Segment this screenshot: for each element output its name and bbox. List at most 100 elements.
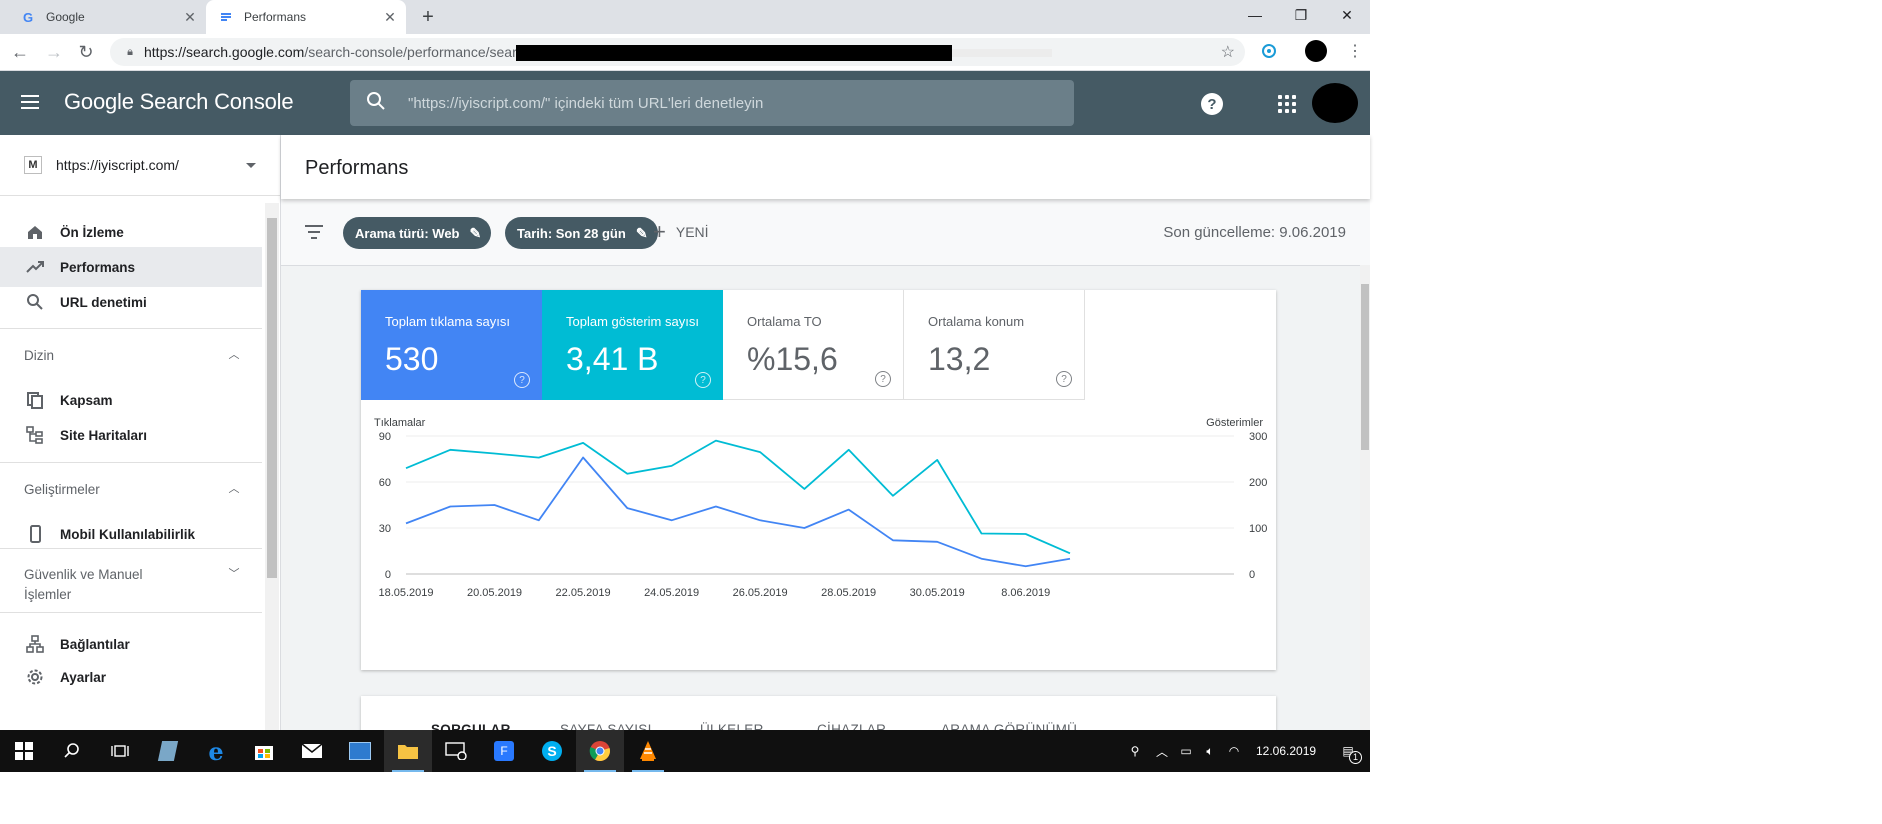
product-logo[interactable]: Google Search Console	[64, 89, 294, 115]
maximize-window-button[interactable]: ❐	[1278, 0, 1324, 30]
skype-icon[interactable]: S	[528, 730, 576, 772]
date-filter-chip[interactable]: Tarih: Son 28 gün ✎	[505, 217, 658, 249]
apps-grid-icon[interactable]	[1278, 95, 1296, 113]
browser-menu-icon[interactable]: ⋮	[1344, 40, 1366, 62]
edge-browser-icon[interactable]: e	[192, 730, 240, 772]
section-title: Dizin	[24, 348, 55, 363]
section-title: Güvenlik ve Manuel İşlemler	[0, 565, 224, 605]
search-type-filter-chip[interactable]: Arama türü: Web ✎	[343, 217, 492, 249]
section-title-line1: Güvenlik ve Manuel	[24, 567, 143, 582]
reload-icon[interactable]: ↻	[70, 34, 102, 70]
task-view-icon[interactable]	[96, 730, 144, 772]
browser-tab-performans[interactable]: Performans ✕	[206, 0, 406, 34]
forward-arrow-icon[interactable]: →	[38, 34, 70, 70]
sidebar-item-url-inspection[interactable]: URL denetimi	[0, 282, 262, 322]
close-window-button[interactable]: ✕	[1324, 0, 1370, 30]
x-tick-label: 24.05.2019	[644, 587, 699, 599]
chip-label: Tarih: Son 28 gün	[517, 225, 626, 241]
close-tab-icon[interactable]: ✕	[182, 9, 198, 26]
main-scrollbar-thumb[interactable]	[1361, 284, 1369, 450]
add-filter-button[interactable]: + YENİ	[653, 219, 709, 244]
active-indicator	[392, 770, 424, 772]
blue-app-icon[interactable]: F	[480, 730, 528, 772]
help-icon[interactable]: ?	[1056, 371, 1072, 387]
chrome-browser-icon[interactable]	[576, 730, 624, 772]
sidebar-item-performance[interactable]: Performans	[0, 247, 262, 287]
notifications-icon[interactable]: ▤ 1	[1336, 744, 1362, 764]
url-inspect-search-input[interactable]: "https://iyiscript.com/" içindeki tüm UR…	[350, 80, 1074, 126]
sidebar-divider	[0, 548, 262, 549]
browser-tab-google[interactable]: G Google ✕	[8, 0, 206, 34]
close-tab-icon[interactable]: ✕	[382, 9, 398, 26]
sidebar-item-overview[interactable]: Ön İzleme	[0, 212, 262, 252]
new-tab-button[interactable]: +	[410, 0, 446, 34]
metric-total-impressions[interactable]: Toplam gösterim sayısı 3,41 B ?	[542, 290, 723, 400]
search-console-favicon-icon	[218, 9, 234, 25]
taskbar-search-icon[interactable]	[48, 730, 96, 772]
phone-icon	[24, 523, 46, 545]
star-bookmark-icon[interactable]: ☆	[1221, 42, 1235, 62]
chevron-up-icon: ︿	[228, 483, 240, 495]
sidebar-item-label: URL denetimi	[60, 294, 147, 310]
section-title-line2: İşlemler	[24, 587, 72, 602]
sidebar-item-coverage[interactable]: Kapsam	[0, 380, 262, 420]
search-placeholder: "https://iyiscript.com/" içindeki tüm UR…	[408, 94, 764, 112]
windows-start-icon[interactable]	[0, 730, 48, 772]
help-icon[interactable]: ?	[695, 372, 711, 388]
series-line-impressions	[405, 439, 1071, 555]
browser-tab-title: Google	[46, 10, 85, 24]
sidebar-section-enhancements[interactable]: Geliştirmeler ︿	[0, 480, 262, 500]
browser-tabstrip: G Google ✕ Performans ✕ + — ❐ ✕	[0, 0, 1370, 34]
app-header: Google Search Console "https://iyiscript…	[0, 71, 1370, 135]
sitemap-icon	[24, 424, 46, 446]
performance-card: Toplam tıklama sayısı 530 ? Toplam göste…	[361, 290, 1276, 670]
remote-desktop-icon[interactable]	[432, 730, 480, 772]
metric-average-ctr[interactable]: Ortalama TO %15,6 ?	[723, 290, 904, 400]
sidebar-item-settings[interactable]: Ayarlar	[0, 657, 262, 697]
chip-label: Arama türü: Web	[355, 225, 460, 241]
metric-total-clicks[interactable]: Toplam tıklama sayısı 530 ?	[361, 290, 542, 400]
left-tick-label: 30	[379, 523, 391, 535]
extension-icon[interactable]	[1258, 40, 1280, 62]
last-updated-text: Son güncelleme: 9.06.2019	[1163, 224, 1346, 241]
vlc-player-icon[interactable]	[624, 730, 672, 772]
right-axis-label: Gösterimler	[1206, 417, 1263, 429]
notepad-app-icon[interactable]	[144, 730, 192, 772]
sidebar-divider	[0, 462, 262, 463]
profile-avatar-icon[interactable]	[1305, 40, 1327, 62]
sidebar-item-label: Mobil Kullanılabilirlik	[60, 526, 196, 542]
sidebar-divider	[0, 612, 262, 613]
mail-app-icon[interactable]	[288, 730, 336, 772]
left-axis-label: Tıklamalar	[374, 417, 426, 429]
help-icon[interactable]: ?	[875, 371, 891, 387]
control-panel-icon[interactable]	[336, 730, 384, 772]
clock-date[interactable]: 12.06.2019	[1256, 744, 1326, 758]
property-favicon-icon: M	[24, 156, 42, 174]
x-tick-label: 28.05.2019	[821, 587, 876, 599]
help-icon[interactable]: ?	[514, 372, 530, 388]
sidebar-item-label: Performans	[60, 259, 136, 275]
store-app-icon[interactable]	[240, 730, 288, 772]
account-avatar[interactable]	[1312, 83, 1358, 123]
minimize-window-button[interactable]: —	[1232, 0, 1278, 30]
links-icon	[24, 633, 46, 655]
plus-icon: +	[653, 219, 666, 244]
metric-average-position[interactable]: Ortalama konum 13,2 ?	[904, 290, 1085, 400]
sidebar-item-sitemaps[interactable]: Site Haritaları	[0, 415, 262, 455]
battery-icon[interactable]: ▭	[1174, 744, 1198, 758]
volume-icon[interactable]: 🔈︎	[1198, 744, 1222, 759]
property-selector[interactable]: M https://iyiscript.com/	[0, 135, 280, 196]
chevron-up-icon[interactable]: ︿	[1150, 743, 1174, 760]
people-icon[interactable]: ⚲	[1120, 744, 1150, 758]
sidebar-section-index[interactable]: Dizin ︿	[0, 346, 262, 366]
wifi-icon[interactable]: ◠	[1222, 744, 1246, 758]
search-icon	[366, 91, 390, 115]
hamburger-menu-icon[interactable]	[18, 91, 42, 115]
notification-count: 1	[1349, 751, 1362, 764]
file-explorer-icon[interactable]	[384, 730, 432, 772]
sidebar-section-security[interactable]: Güvenlik ve Manuel İşlemler ﹀	[0, 565, 262, 605]
sidebar-scrollbar-thumb[interactable]	[267, 218, 277, 578]
filter-icon[interactable]	[305, 225, 323, 239]
back-arrow-icon[interactable]: ←	[4, 34, 36, 70]
help-icon[interactable]: ?	[1201, 93, 1223, 115]
